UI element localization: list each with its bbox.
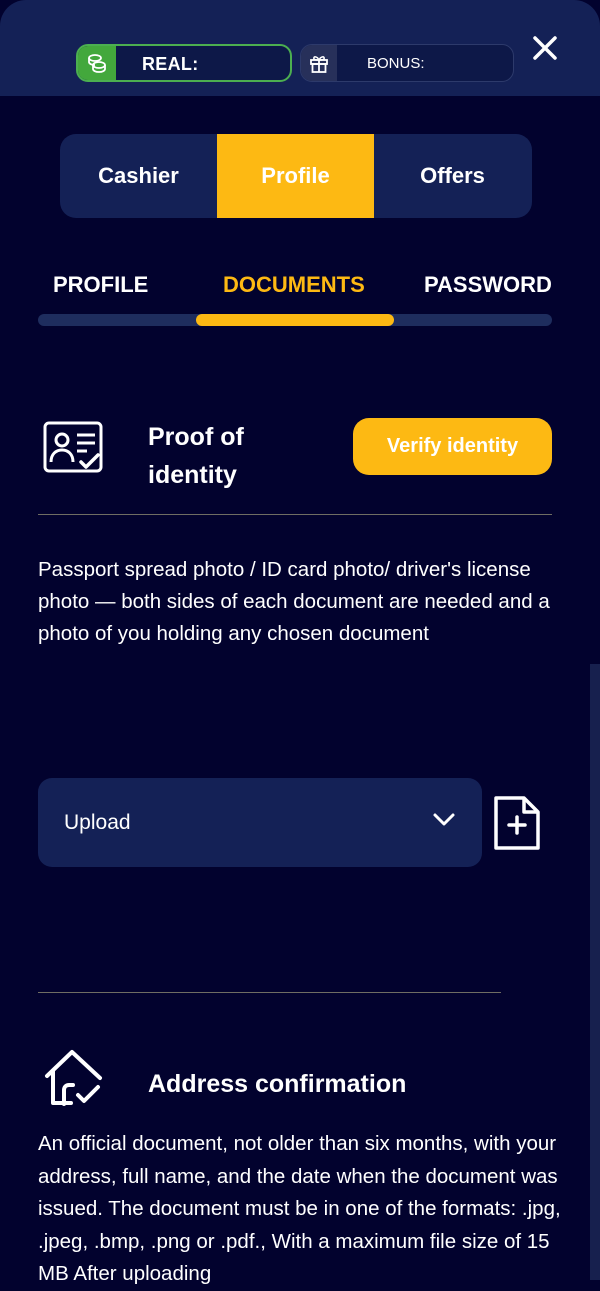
house-check-icon xyxy=(42,1046,106,1115)
address-section-title: Address confirmation xyxy=(148,1070,407,1098)
section-divider xyxy=(38,992,501,993)
tab-profile[interactable]: Profile xyxy=(217,134,374,218)
main-tabs: Cashier Profile Offers xyxy=(60,134,532,218)
add-file-icon[interactable] xyxy=(493,795,541,856)
bonus-balance-pill[interactable]: BONUS: xyxy=(300,44,514,82)
address-description: An official document, not older than six… xyxy=(38,1132,561,1285)
subtab-password[interactable]: PASSWORD xyxy=(424,272,552,298)
real-balance-pill[interactable]: REAL: xyxy=(76,44,292,82)
verify-identity-button[interactable]: Verify identity xyxy=(353,418,552,475)
tab-cashier[interactable]: Cashier xyxy=(60,134,217,218)
id-card-icon xyxy=(42,420,104,481)
bonus-balance-label: BONUS: xyxy=(367,55,425,72)
coins-icon xyxy=(78,46,116,80)
tab-offers[interactable]: Offers xyxy=(374,134,531,218)
subtab-active-indicator xyxy=(196,314,394,326)
real-balance-label: REAL: xyxy=(142,54,199,74)
top-bar: REAL: BONUS: xyxy=(0,0,600,96)
scrollbar[interactable] xyxy=(590,664,600,1280)
upload-dropdown[interactable]: Upload xyxy=(38,778,482,867)
chevron-down-icon xyxy=(432,812,456,833)
sub-tabs: PROFILE DOCUMENTS PASSWORD xyxy=(38,268,554,308)
close-icon[interactable] xyxy=(530,33,560,63)
gift-icon xyxy=(301,45,337,81)
section-divider xyxy=(38,514,552,515)
subtab-documents[interactable]: DOCUMENTS xyxy=(223,272,365,298)
identity-section-title: Proof of identity xyxy=(148,423,244,489)
identity-description: Passport spread photo / ID card photo/ d… xyxy=(38,558,550,645)
subtab-profile[interactable]: PROFILE xyxy=(53,272,148,298)
upload-dropdown-label: Upload xyxy=(64,811,131,834)
